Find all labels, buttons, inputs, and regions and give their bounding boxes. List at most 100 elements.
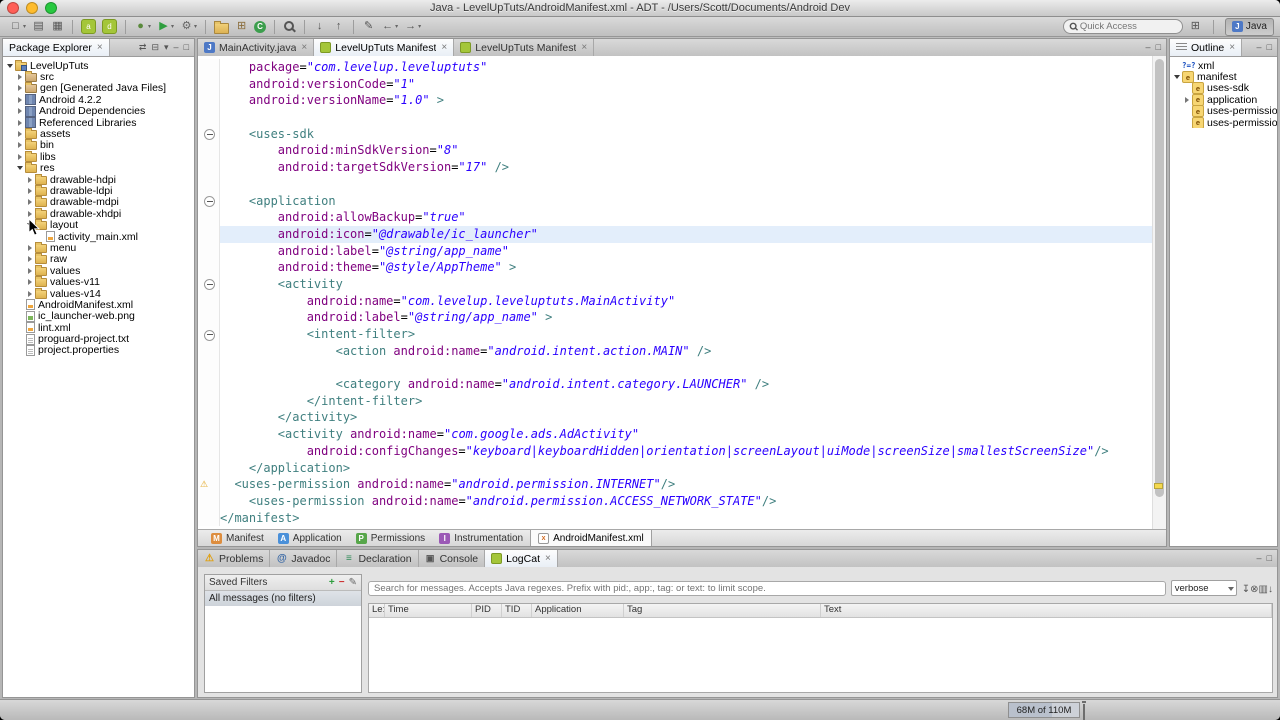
minimize-icon[interactable]: ‒ xyxy=(1146,43,1151,52)
code-line[interactable] xyxy=(198,359,1153,377)
tree-item-values-v11[interactable]: values-v11 xyxy=(3,276,194,288)
maximize-icon[interactable]: □ xyxy=(1267,554,1272,563)
code-line[interactable] xyxy=(198,175,1153,193)
log-level-dropdown[interactable]: verbose xyxy=(1170,580,1237,596)
view-tab-problems[interactable]: ⚠ Problems xyxy=(198,550,271,567)
column-header-tag[interactable]: Tag xyxy=(624,604,821,617)
tree-item-src[interactable]: src xyxy=(3,71,194,83)
code-line[interactable]: </manifest> xyxy=(198,509,1153,527)
view-menu-icon[interactable]: ▾ xyxy=(164,43,169,52)
debug-button[interactable]: ● ▾ xyxy=(132,18,153,36)
column-header-le[interactable]: Le: xyxy=(369,604,385,617)
java-perspective-button[interactable]: J Java xyxy=(1224,17,1274,36)
code-area[interactable]: package="com.levelup.leveluptuts" androi… xyxy=(198,56,1153,530)
expand-arrow-icon[interactable] xyxy=(25,291,34,297)
remove-filter-button[interactable]: − xyxy=(339,577,345,588)
sdk-manager-button[interactable]: a xyxy=(79,18,98,36)
column-header-text[interactable]: Text xyxy=(821,604,1272,617)
tab-package-explorer[interactable]: Package Explorer xyxy=(3,39,110,56)
export-log-icon[interactable]: ↧ xyxy=(1242,584,1250,595)
manifest-page-tab-instrumentation[interactable]: I Instrumentation xyxy=(432,530,530,546)
tree-item-leveluptuts[interactable]: LevelUpTuts xyxy=(3,59,194,72)
tree-item-res[interactable]: res xyxy=(3,162,194,174)
tree-item-androidmanifest-xml[interactable]: AndroidManifest.xml xyxy=(3,299,194,311)
view-tab-console[interactable]: ▣ Console xyxy=(419,550,486,567)
search-button[interactable] xyxy=(281,18,298,36)
collapse-arrow-icon[interactable] xyxy=(15,166,24,170)
code-line[interactable]: android:label="@string/app_name" > xyxy=(198,309,1153,326)
editor-tab-leveluptuts-manifest[interactable]: LevelUpTuts Manifest xyxy=(314,39,455,56)
fold-collapse-icon[interactable] xyxy=(204,329,215,341)
close-icon[interactable] xyxy=(441,43,447,53)
project-tree[interactable]: LevelUpTuts src gen [Generated Java Files]… xyxy=(3,57,194,356)
expand-arrow-icon[interactable] xyxy=(15,131,24,137)
filter-item[interactable]: All messages (no filters) xyxy=(205,591,361,606)
code-line[interactable]: android:minSdkVersion="8" xyxy=(198,142,1153,160)
close-icon[interactable] xyxy=(545,554,551,564)
column-header-time[interactable]: Time xyxy=(385,604,472,617)
collapse-all-icon[interactable]: ⊟ xyxy=(151,43,159,52)
code-line[interactable]: </application> xyxy=(198,459,1153,477)
show-filters-view-icon[interactable]: ▥ xyxy=(1259,584,1268,595)
expand-arrow-icon[interactable] xyxy=(15,85,24,91)
code-line[interactable]: android:versionName="1.0" > xyxy=(198,92,1153,110)
view-tab-declaration[interactable]: ≡ Declaration xyxy=(337,550,419,567)
tree-item-android-dependencies[interactable]: Android Dependencies xyxy=(3,105,194,117)
outline-tree[interactable]: xmlmanifestuses-sdkapplicationuses-permi… xyxy=(1170,57,1277,129)
tree-item-bin[interactable]: bin xyxy=(3,139,194,151)
code-line[interactable]: <activity xyxy=(198,275,1153,293)
code-line[interactable]: android:theme="@style/AppTheme" > xyxy=(198,259,1153,276)
saved-filters-list[interactable]: All messages (no filters) xyxy=(205,591,361,606)
editor-tab-mainactivity-java[interactable]: J MainActivity.java xyxy=(198,39,315,56)
maximize-icon[interactable]: □ xyxy=(1267,43,1272,52)
column-header-application[interactable]: Application xyxy=(532,604,624,617)
expand-arrow-icon[interactable] xyxy=(15,108,24,114)
code-line[interactable]: <application xyxy=(198,192,1153,210)
add-filter-button[interactable]: + xyxy=(329,577,335,588)
code-line[interactable]: android:versionCode="1" xyxy=(198,75,1153,93)
expand-arrow-icon[interactable] xyxy=(15,74,24,80)
code-line[interactable]: android:targetSdkVersion="17" /> xyxy=(198,159,1153,176)
tree-item-drawable-hdpi[interactable]: drawable-hdpi xyxy=(3,173,194,186)
tree-item-assets[interactable]: assets xyxy=(3,128,194,140)
expand-arrow-icon[interactable] xyxy=(25,245,34,251)
warning-icon[interactable] xyxy=(200,479,208,489)
link-with-editor-icon[interactable]: ⇄ xyxy=(139,43,147,52)
tree-item-referenced-libraries[interactable]: Referenced Libraries xyxy=(3,117,194,129)
code-line[interactable]: </activity> xyxy=(198,409,1153,427)
tree-item-gen-generated-java-files[interactable]: gen [Generated Java Files] xyxy=(3,82,194,94)
fold-collapse-icon[interactable] xyxy=(204,129,215,141)
close-icon[interactable] xyxy=(301,43,307,53)
minimize-icon[interactable]: ‒ xyxy=(1257,554,1262,563)
expand-arrow-icon[interactable] xyxy=(25,279,34,285)
code-line[interactable]: android:name="com.levelup.leveluptuts.Ma… xyxy=(198,292,1153,310)
close-icon[interactable] xyxy=(97,43,103,53)
run-button[interactable]: ▶ ▾ xyxy=(155,18,176,36)
manifest-page-tab-permissions[interactable]: P Permissions xyxy=(349,530,432,546)
tree-item-manifest[interactable]: manifest xyxy=(1170,71,1277,84)
code-line[interactable]: android:label="@string/app_name" xyxy=(198,242,1153,260)
code-line[interactable]: <activity android:name="com.google.ads.A… xyxy=(198,426,1153,443)
fold-collapse-icon[interactable] xyxy=(204,196,215,207)
expand-arrow-icon[interactable] xyxy=(25,188,34,194)
clear-log-icon[interactable]: ⊗ xyxy=(1250,584,1258,595)
heap-status[interactable]: 68M of 110M xyxy=(1008,702,1080,718)
editor-content[interactable]: package="com.levelup.leveluptuts" androi… xyxy=(198,56,1166,530)
new-class-button[interactable]: C xyxy=(252,18,268,36)
collapse-arrow-icon[interactable] xyxy=(5,64,14,68)
expand-arrow-icon[interactable] xyxy=(15,142,24,148)
tree-item-project-properties[interactable]: project.properties xyxy=(3,344,194,356)
forward-button[interactable]: → ▾ xyxy=(402,18,423,36)
quick-access-input[interactable] xyxy=(1062,19,1183,34)
minimize-icon[interactable]: ‒ xyxy=(174,43,179,52)
next-annotation-button[interactable]: ↓ xyxy=(311,18,328,36)
back-button[interactable]: ← ▾ xyxy=(379,18,400,36)
collapse-arrow-icon[interactable] xyxy=(1172,75,1181,79)
maximize-icon[interactable]: □ xyxy=(184,43,189,52)
code-line[interactable]: </intent-filter> xyxy=(198,392,1153,410)
avd-manager-button[interactable]: d xyxy=(100,18,119,36)
close-icon[interactable] xyxy=(581,43,587,53)
view-tab-logcat[interactable]: LogCat xyxy=(485,550,558,567)
tree-item-application[interactable]: application xyxy=(1170,93,1277,106)
open-perspective-icon[interactable]: ⊞ xyxy=(1189,20,1202,33)
